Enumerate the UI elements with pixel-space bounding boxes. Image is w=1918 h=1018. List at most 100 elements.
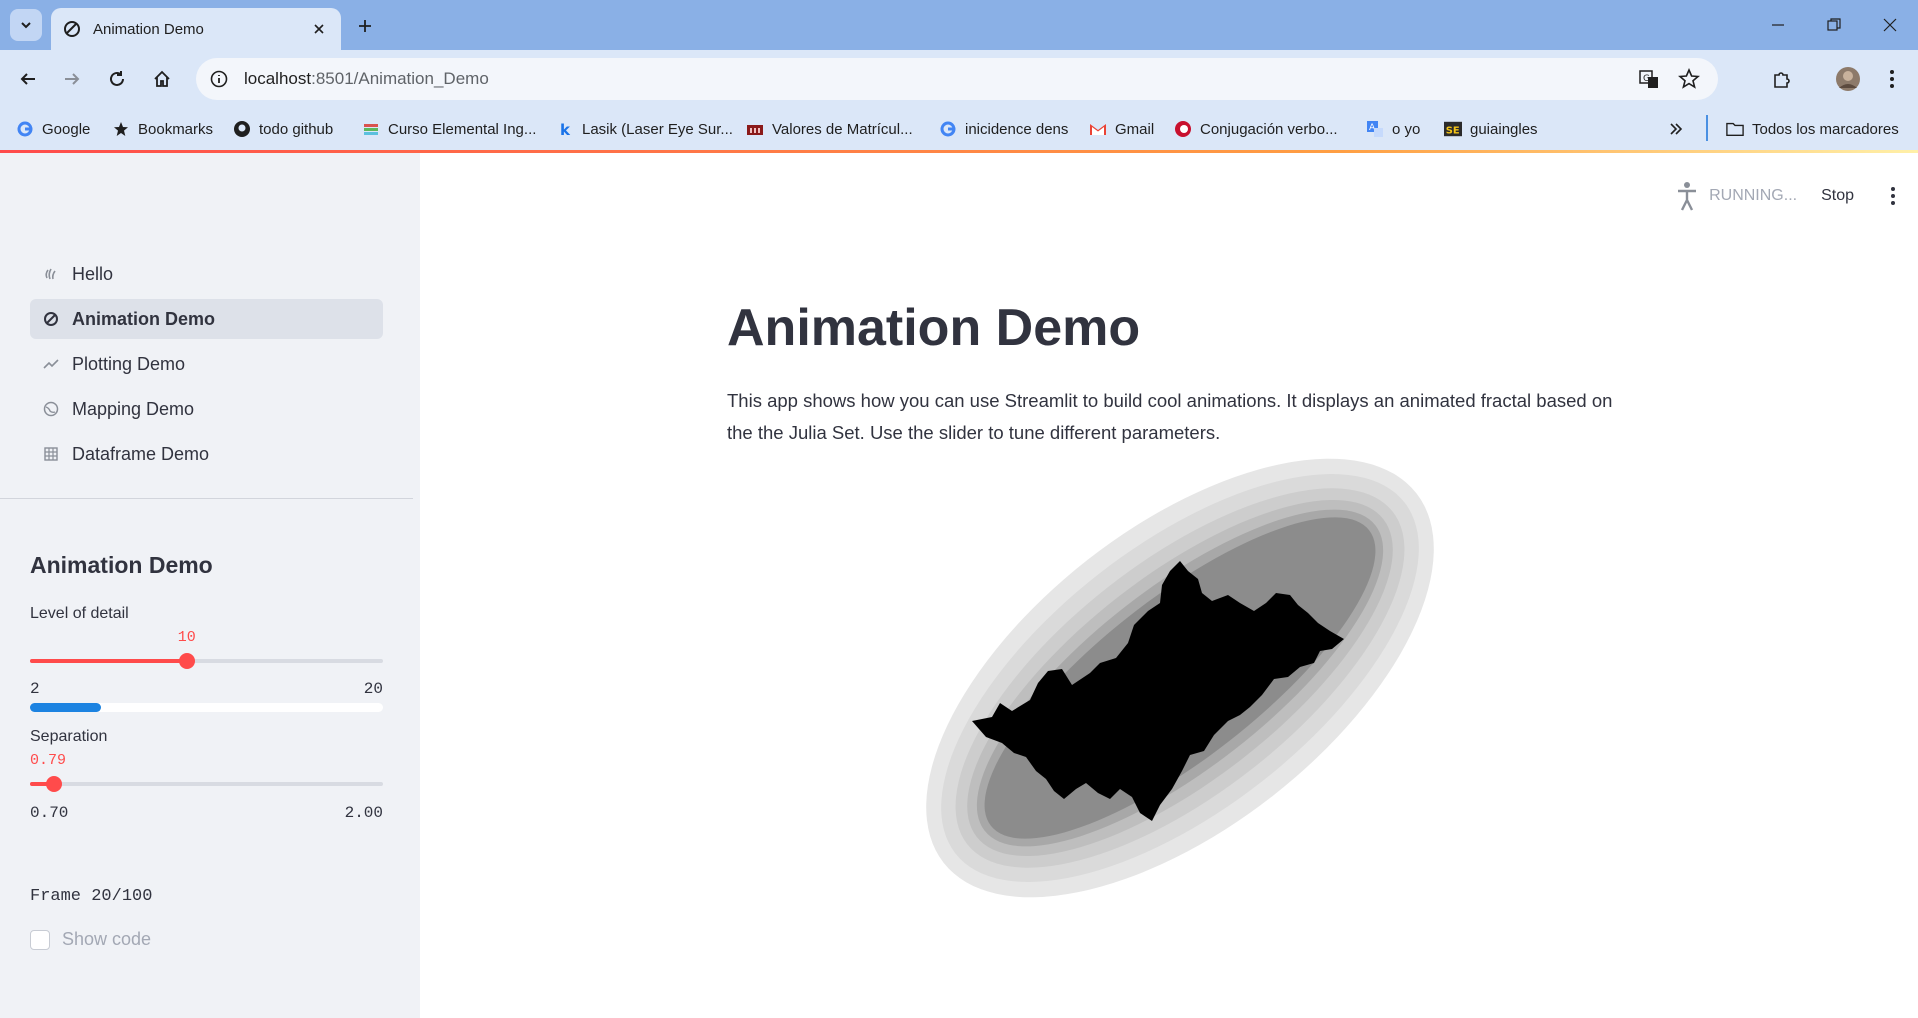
- sidebar-item-label: Animation Demo: [72, 308, 216, 329]
- sidebar-item-label: Mapping Demo: [72, 398, 195, 419]
- animation-icon: [64, 21, 80, 37]
- bookmark-todo-github[interactable]: todo github: [233, 117, 333, 141]
- bookmarks-bar: Google Bookmarks todo github Curso Eleme…: [0, 108, 1918, 150]
- checkbox-box[interactable]: [30, 929, 50, 950]
- plus-icon: [359, 20, 371, 32]
- reload-button[interactable]: [101, 63, 133, 95]
- sidebar-item-dataframe-demo[interactable]: Dataframe Demo: [30, 434, 383, 474]
- star-icon[interactable]: [1674, 64, 1704, 99]
- sidebar-item-plotting-demo[interactable]: Plotting Demo: [30, 344, 383, 384]
- slider-thumb[interactable]: [46, 776, 63, 792]
- separation-label: Separation: [30, 728, 108, 745]
- url-text[interactable]: localhost:8501/Animation_Demo: [244, 69, 489, 89]
- back-button[interactable]: [12, 63, 44, 95]
- slider-min: 2: [30, 680, 40, 698]
- avatar: [1836, 67, 1860, 91]
- sidebar: Hello Animation Demo Plotting Demo Mappi…: [0, 153, 420, 1018]
- slider-thumb[interactable]: [178, 653, 195, 669]
- folder-icon: [1726, 120, 1744, 138]
- minimize-button[interactable]: [1760, 10, 1796, 40]
- browser-toolbar: localhost:8501/Animation_Demo G: [0, 50, 1918, 108]
- gmail-icon: [1089, 120, 1107, 138]
- more-bookmarks-button[interactable]: [1668, 117, 1684, 141]
- forward-button[interactable]: [56, 63, 88, 95]
- sidebar-divider: [0, 498, 413, 499]
- bookmark-lasik[interactable]: k Lasik (Laser Eye Sur...: [556, 117, 733, 141]
- tab-strip: Animation Demo: [0, 0, 1918, 50]
- bookmark-valores-matricula[interactable]: Valores de Matrícul...: [746, 117, 913, 141]
- double-chevron-icon: [1670, 123, 1683, 135]
- minimize-icon: [1772, 24, 1784, 26]
- progress-bar: [30, 703, 383, 712]
- running-man-icon: [1678, 182, 1697, 211]
- slider-fill: [30, 659, 187, 663]
- bookmark-conjugacion[interactable]: Conjugación verbo...: [1174, 117, 1338, 141]
- sidebar-item-label: Hello: [72, 263, 114, 284]
- bookmark-bookmarks[interactable]: Bookmarks: [112, 117, 213, 141]
- new-tab-button[interactable]: [352, 13, 378, 39]
- sidebar-item-animation-demo[interactable]: Animation Demo: [30, 299, 383, 339]
- kebab-menu-icon[interactable]: [1890, 186, 1896, 206]
- level-of-detail-label: Level of detail: [30, 605, 129, 622]
- globe-icon: [42, 400, 60, 418]
- url-host: localhost: [244, 69, 312, 88]
- bookmark-google[interactable]: Google: [16, 117, 90, 141]
- wave-icon: [42, 265, 60, 283]
- all-bookmarks-folder[interactable]: Todos los marcadores: [1726, 117, 1899, 141]
- close-icon: [1883, 18, 1897, 32]
- bookmark-inicidence-dens[interactable]: inicidence dens: [939, 117, 1068, 141]
- chart-line-icon: [42, 355, 60, 373]
- home-button[interactable]: [146, 63, 178, 95]
- kebab-menu-icon: [1890, 70, 1894, 88]
- slider-max: 20: [363, 680, 383, 698]
- conjugation-icon: [1174, 120, 1192, 138]
- translate-icon[interactable]: G: [1634, 64, 1664, 99]
- close-icon[interactable]: [309, 19, 329, 39]
- books-icon: [362, 120, 380, 138]
- page-description: This app shows how you can use Streamlit…: [727, 390, 1613, 443]
- svg-text:SE: SE: [1446, 126, 1460, 137]
- level-of-detail-slider[interactable]: 10: [30, 629, 383, 669]
- sidebar-item-mapping-demo[interactable]: Mapping Demo: [30, 389, 383, 429]
- active-tab[interactable]: Animation Demo: [51, 8, 341, 50]
- julia-set-fractal-image: [926, 458, 1434, 898]
- home-icon: [154, 70, 170, 87]
- running-status: RUNNING...: [1709, 187, 1798, 204]
- star-icon: [112, 120, 130, 138]
- se-icon: SE: [1444, 120, 1462, 138]
- profile-button[interactable]: [1832, 63, 1864, 95]
- animation-icon: [42, 310, 60, 328]
- main-content: RUNNING... Stop Animation Demo This app …: [420, 153, 1918, 1018]
- address-bar[interactable]: localhost:8501/Animation_Demo G: [196, 58, 1718, 100]
- bookmark-curso-elemental[interactable]: Curso Elemental Ing...: [362, 117, 536, 141]
- extensions-button[interactable]: [1766, 63, 1798, 95]
- site-info-icon[interactable]: [204, 64, 234, 94]
- page-title: Animation Demo: [727, 299, 1141, 357]
- slider-min: 0.70: [30, 804, 69, 822]
- status-widget: RUNNING... Stop: [1675, 176, 1896, 216]
- url-path: :8501/Animation_Demo: [311, 69, 489, 88]
- arrow-left-icon: [20, 73, 35, 85]
- restore-button[interactable]: [1816, 10, 1852, 40]
- slider-value: 10: [177, 629, 196, 646]
- bookmark-o-yo[interactable]: A o yo: [1366, 117, 1420, 141]
- bookmark-guiaingles[interactable]: SE guiaingles: [1444, 117, 1538, 141]
- reload-icon: [110, 71, 124, 86]
- stop-button[interactable]: Stop: [1821, 187, 1854, 205]
- translate-icon: A: [1366, 120, 1384, 138]
- sidebar-item-hello[interactable]: Hello: [30, 254, 383, 294]
- tab-search-button[interactable]: [10, 9, 42, 41]
- menu-button[interactable]: [1876, 63, 1908, 95]
- show-code-checkbox[interactable]: Show code: [30, 929, 151, 950]
- bookmark-gmail[interactable]: Gmail: [1089, 117, 1154, 141]
- restore-icon: [1827, 18, 1841, 31]
- show-code-label: Show code: [62, 929, 152, 949]
- google-icon: [16, 120, 34, 138]
- close-window-button[interactable]: [1872, 10, 1908, 40]
- sidebar-section-title: Animation Demo: [30, 552, 213, 578]
- k-icon: k: [556, 120, 574, 138]
- arrow-right-icon: [65, 73, 80, 85]
- separation-slider[interactable]: 0.79: [30, 752, 383, 792]
- svg-text:k: k: [560, 121, 571, 137]
- slider-value: 0.79: [30, 752, 67, 769]
